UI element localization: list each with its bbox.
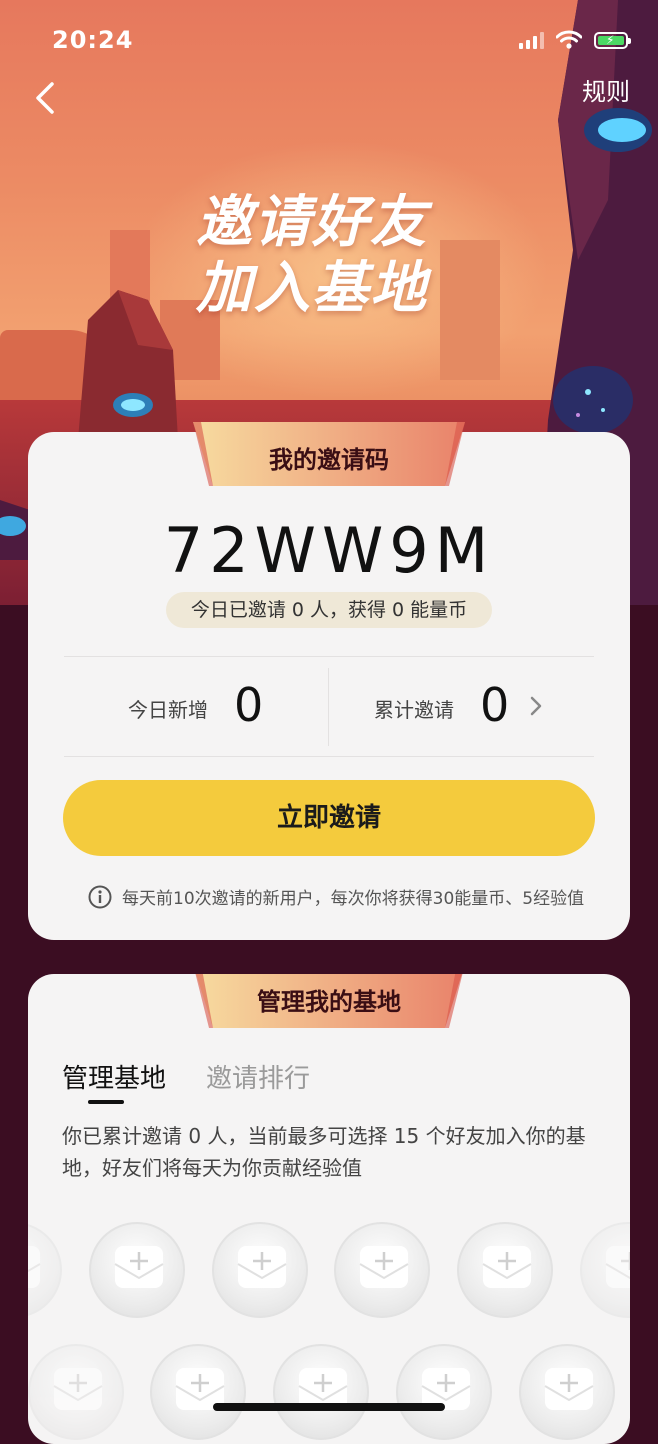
friend-slot[interactable]: [28, 1222, 62, 1318]
total-invited-value[interactable]: 0: [480, 678, 509, 732]
today-new-label: 今日新增: [128, 698, 208, 722]
friend-slot[interactable]: [150, 1344, 246, 1440]
tab-invite-ranking[interactable]: 邀请排行: [206, 1058, 310, 1095]
back-button[interactable]: [28, 76, 68, 120]
hero-title-line2: 加入基地: [196, 256, 428, 321]
invite-tip: 每天前10次邀请的新用户，每次你将获得30能量币、5经验值: [88, 884, 584, 909]
total-invited-label[interactable]: 累计邀请: [374, 694, 454, 723]
friend-slot[interactable]: [212, 1222, 308, 1318]
status-time: 20:24: [52, 26, 134, 54]
add-envelope-icon: [359, 1246, 409, 1288]
invite-code-card: 我的邀请码 72WW9M 今日已邀请 0 人，获得 0 能量币 今日新增 0 累…: [28, 422, 630, 940]
friend-slot[interactable]: [457, 1222, 553, 1318]
invite-card-title: 我的邀请码: [269, 446, 389, 474]
battery-charging-icon: ⚡: [594, 31, 631, 49]
hero-title: 邀请好友 加入基地: [196, 190, 428, 322]
friend-slot[interactable]: [28, 1344, 124, 1440]
add-envelope-icon: [482, 1246, 532, 1288]
info-icon: [88, 885, 112, 908]
friend-slot[interactable]: [580, 1222, 630, 1318]
add-envelope-icon: [605, 1246, 630, 1288]
divider: [64, 756, 594, 757]
friend-slot[interactable]: [519, 1344, 615, 1440]
add-envelope-icon: [28, 1246, 41, 1288]
manage-card-title: 管理我的基地: [257, 988, 401, 1016]
hero-title-line1: 邀请好友: [196, 190, 428, 255]
invite-now-button[interactable]: 立即邀请: [63, 780, 595, 856]
manage-base-card: 管理我的基地 管理基地 邀请排行 你已累计邀请 0 人，当前最多可选择 15 个…: [28, 974, 630, 1444]
wifi-icon: [556, 30, 582, 49]
divider: [64, 656, 594, 657]
friend-slot[interactable]: [396, 1344, 492, 1440]
tab-manage-base[interactable]: 管理基地: [62, 1058, 166, 1095]
divider-vertical: [328, 668, 329, 746]
rock-left: [78, 290, 178, 440]
home-indicator: [213, 1403, 445, 1411]
mesa-shape: [440, 240, 500, 380]
add-envelope-icon: [544, 1368, 594, 1410]
active-tab-indicator: [88, 1100, 124, 1104]
add-envelope-icon: [237, 1246, 287, 1288]
friend-slot[interactable]: [273, 1344, 369, 1440]
today-new-value: 0: [234, 678, 264, 732]
friend-slot[interactable]: [334, 1222, 430, 1318]
chevron-right-icon[interactable]: [528, 694, 544, 718]
status-icons: ⚡: [519, 30, 631, 50]
invite-code: 72WW9M: [163, 514, 495, 587]
invite-tip-text: 每天前10次邀请的新用户，每次你将获得30能量币、5经验值: [122, 889, 585, 909]
back-arrow-icon: [36, 82, 54, 114]
rules-button[interactable]: 规则: [582, 72, 630, 107]
base-description: 你已累计邀请 0 人，当前最多可选择 15 个好友加入你的基地，好友们将每天为你…: [62, 1124, 586, 1180]
today-summary: 今日已邀请 0 人，获得 0 能量币: [166, 592, 492, 628]
friend-slot[interactable]: [89, 1222, 185, 1318]
signal-icon: [519, 31, 544, 49]
add-envelope-icon: [114, 1246, 164, 1288]
add-envelope-icon: [53, 1368, 103, 1410]
